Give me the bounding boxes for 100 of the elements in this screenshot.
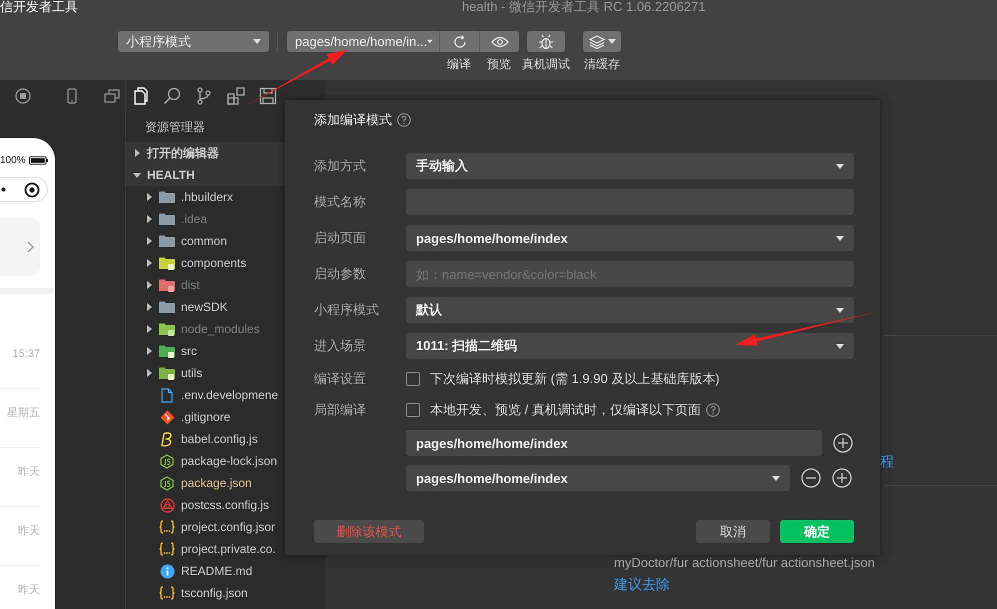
field-label: 添加方式 <box>314 157 367 175</box>
phone-icon[interactable] <box>67 88 77 104</box>
chat-time: 星期五 <box>7 406 40 420</box>
battery-level: 100% <box>0 155 26 166</box>
folder-icon <box>159 212 175 226</box>
caret-icon <box>772 476 780 480</box>
battery-icon <box>28 156 48 165</box>
branch-icon[interactable] <box>195 87 213 105</box>
document-icon <box>161 388 173 402</box>
dialog-title: 添加编译模式 <box>314 112 392 127</box>
eye-icon <box>490 36 508 48</box>
file-item[interactable]: project.private.co. <box>126 538 285 560</box>
checkbox[interactable] <box>406 372 420 386</box>
caret-icon <box>836 236 844 240</box>
folder-item[interactable]: dist <box>126 274 285 296</box>
minus-circle-icon[interactable] <box>801 468 821 488</box>
file-item[interactable]: babel.config.js <box>126 428 285 450</box>
target-icon[interactable] <box>24 182 40 198</box>
git-icon <box>160 410 174 424</box>
dialog-button[interactable]: 取消 <box>696 520 770 543</box>
help-icon[interactable] <box>397 112 411 126</box>
folder-icon <box>159 366 175 380</box>
bug-icon <box>538 34 554 50</box>
folder-item[interactable]: components <box>126 252 285 274</box>
extensions-icon[interactable] <box>227 87 245 105</box>
folder-icon <box>159 256 175 270</box>
suggestion-link[interactable]: 建议去除 <box>614 576 670 592</box>
file-item[interactable]: project.config.jsor <box>126 516 285 538</box>
disclosure-arrow-icon[interactable] <box>145 193 153 201</box>
field-label: 进入场景 <box>314 337 367 355</box>
caret-icon <box>836 344 844 348</box>
tutorial-link[interactable]: 程 <box>880 453 894 469</box>
file-item[interactable]: tsconfig.json <box>126 582 285 604</box>
disclosure-arrow-icon[interactable] <box>145 281 153 289</box>
save-icon[interactable] <box>259 87 277 105</box>
mode-select[interactable]: 小程序模式 <box>118 31 269 52</box>
folder-icon <box>159 234 175 248</box>
disclosure-arrow-icon[interactable] <box>145 369 153 377</box>
folder-item[interactable]: utils <box>126 362 285 384</box>
caret-icon <box>427 39 433 44</box>
section-header[interactable]: 打开的编辑器 <box>126 142 285 164</box>
chat-time: 昨天 <box>18 524 40 538</box>
plus-circle-icon[interactable] <box>832 468 852 488</box>
chevron-icon <box>27 241 34 253</box>
file-item[interactable]: .gitignore <box>126 406 285 428</box>
select-field[interactable]: 手动输入 <box>406 153 854 179</box>
file-item[interactable]: .env.developmene <box>126 384 285 406</box>
hexagon-icon <box>160 476 174 490</box>
field-label: 小程序模式 <box>314 301 380 319</box>
select-field[interactable]: pages/home/home/index <box>406 225 854 251</box>
braces-icon <box>159 520 175 534</box>
disclosure-arrow-icon[interactable] <box>145 259 153 267</box>
folder-icon <box>159 322 175 336</box>
layers-icon <box>588 34 604 48</box>
disclosure-arrow-icon[interactable] <box>145 347 153 355</box>
info-icon <box>160 564 174 578</box>
chat-time: 昨天 <box>18 465 40 479</box>
capsule-bar[interactable] <box>0 177 48 202</box>
field-label: 模式名称 <box>314 193 367 211</box>
section-header[interactable]: HEALTH <box>126 164 285 186</box>
windows-icon[interactable] <box>104 89 120 103</box>
field-label: 编译设置 <box>314 370 367 388</box>
search-icon[interactable] <box>163 87 181 105</box>
input-field[interactable]: pages/home/home/index <box>406 430 822 456</box>
compile-select[interactable]: pages/home/home/in... <box>287 31 439 52</box>
braces-icon <box>159 586 175 600</box>
disclosure-arrow-icon[interactable] <box>145 215 153 223</box>
plus-circle-icon[interactable] <box>833 433 853 453</box>
folder-item[interactable]: .idea <box>126 208 285 230</box>
braces-icon <box>159 542 175 556</box>
file-item[interactable]: package.json <box>126 472 285 494</box>
field-label: 启动参数 <box>314 265 367 283</box>
folder-icon <box>159 278 175 292</box>
folder-icon <box>159 190 175 204</box>
file-item[interactable]: postcss.config.js <box>126 494 285 516</box>
checkbox[interactable] <box>406 403 420 417</box>
folder-item[interactable]: .hbuilderx <box>126 186 285 208</box>
select-field[interactable]: 默认 <box>406 297 854 323</box>
select-field[interactable]: 1011: 扫描二维码 <box>406 333 854 359</box>
chat-time: 昨天 <box>18 583 40 597</box>
disclosure-arrow-icon[interactable] <box>133 171 141 179</box>
help-icon[interactable] <box>706 403 720 417</box>
caret-icon <box>608 39 616 44</box>
disclosure-arrow-icon[interactable] <box>145 303 153 311</box>
dot-icon[interactable] <box>1 187 6 192</box>
caret-icon <box>836 164 844 168</box>
toolbar-button[interactable]: 真机调试 <box>521 31 571 71</box>
disclosure-arrow-icon[interactable] <box>145 325 153 333</box>
file-item[interactable]: README.md <box>126 560 285 582</box>
select-field[interactable]: pages/home/home/index <box>406 465 790 491</box>
stop-icon[interactable] <box>15 88 31 104</box>
disclosure-arrow-icon[interactable] <box>133 149 141 157</box>
chat-time: 15:37 <box>12 347 40 361</box>
folder-item[interactable]: newSDK <box>126 296 285 318</box>
folder-item[interactable]: node_modules <box>126 318 285 340</box>
folder-item[interactable]: src <box>126 340 285 362</box>
disclosure-arrow-icon[interactable] <box>145 237 153 245</box>
file-item[interactable]: package-lock.json <box>126 450 285 472</box>
folder-icon <box>159 344 175 358</box>
folder-item[interactable]: common <box>126 230 285 252</box>
